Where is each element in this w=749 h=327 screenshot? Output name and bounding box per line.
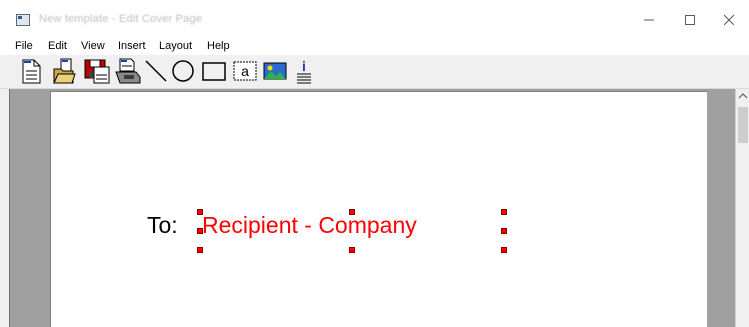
new-document-button[interactable] <box>20 57 44 85</box>
info-field-icon: i <box>297 58 311 84</box>
ellipse-tool-icon <box>172 60 194 82</box>
image-tool-icon <box>263 62 287 80</box>
scroll-thumb[interactable] <box>738 107 748 143</box>
selection-handle[interactable] <box>197 228 203 234</box>
line-tool-button[interactable] <box>144 57 168 85</box>
open-folder-icon <box>53 58 76 84</box>
text-tool-button[interactable]: a <box>232 57 258 85</box>
rectangle-tool-button[interactable] <box>200 57 228 85</box>
open-button[interactable] <box>52 57 76 85</box>
left-ruler <box>0 89 10 327</box>
info-field-button[interactable]: i <box>292 57 316 85</box>
maximize-icon <box>685 15 695 25</box>
menu-file[interactable]: File <box>15 40 33 52</box>
to-label[interactable]: To: <box>147 212 178 239</box>
rectangle-tool-icon <box>202 62 226 81</box>
menu-view[interactable]: View <box>81 40 105 52</box>
selection-handle[interactable] <box>349 209 355 215</box>
cover-page[interactable] <box>50 91 707 327</box>
new-document-icon <box>22 59 41 84</box>
text-tool-icon: a <box>233 61 257 81</box>
scroll-up-icon[interactable] <box>738 91 748 101</box>
line-tool-icon <box>145 60 167 82</box>
selection-handle[interactable] <box>501 228 507 234</box>
menu-layout[interactable]: Layout <box>159 40 192 52</box>
selection-handle[interactable] <box>197 247 203 253</box>
close-button[interactable] <box>708 7 749 33</box>
svg-text:a: a <box>241 63 249 79</box>
recipient-company-field[interactable]: Recipient - Company <box>202 212 417 239</box>
ellipse-tool-button[interactable] <box>170 57 196 85</box>
window-title: New template - Edit Cover Page <box>39 13 203 25</box>
menu-edit[interactable]: Edit <box>48 40 67 52</box>
image-tool-button[interactable] <box>262 57 288 85</box>
send-fax-button[interactable] <box>114 57 142 85</box>
selection-handle[interactable] <box>501 247 507 253</box>
maximize-button[interactable] <box>668 7 712 33</box>
title-bar: New template - Edit Cover Page <box>0 0 749 38</box>
fax-machine-icon <box>115 58 141 84</box>
menu-insert[interactable]: Insert <box>118 40 146 52</box>
minimize-button[interactable] <box>627 7 671 33</box>
menu-bar: File Edit View Insert Layout Help <box>0 38 749 55</box>
minimize-icon <box>644 19 654 21</box>
toolbar: a i <box>0 55 749 89</box>
selection-handle[interactable] <box>197 209 203 215</box>
menu-help[interactable]: Help <box>207 40 230 52</box>
app-icon <box>16 14 30 26</box>
save-icon <box>84 59 110 84</box>
vertical-scrollbar[interactable] <box>735 89 749 327</box>
selection-handle[interactable] <box>349 247 355 253</box>
save-button[interactable] <box>82 57 112 85</box>
selection-handle[interactable] <box>501 209 507 215</box>
close-icon <box>723 14 734 25</box>
svg-text:i: i <box>302 58 306 74</box>
